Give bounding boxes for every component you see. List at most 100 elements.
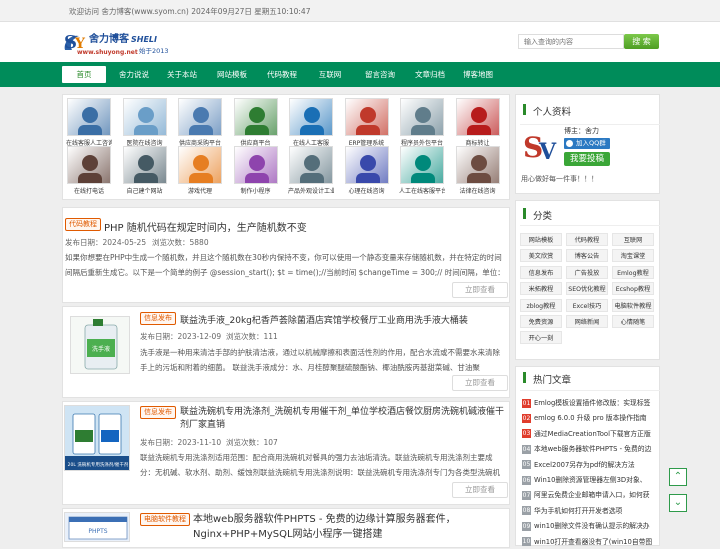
hot-article-item[interactable]: 08 华为手机如何打开开发者选项	[522, 505, 660, 518]
nav-code[interactable]: 代码教程	[258, 62, 306, 87]
hot-article-item[interactable]: 01 Emlog模板设置插件修改版：实现标签	[522, 397, 660, 410]
category-link[interactable]: 电脑软件教程	[612, 298, 654, 312]
grid-ad-image	[400, 146, 444, 184]
nav-home[interactable]: 首页	[62, 66, 106, 83]
software-screenshot-image: PHPTS	[68, 516, 128, 540]
category-link[interactable]: 代码教程	[566, 233, 608, 246]
grid-ad-item[interactable]: ERP管理系统	[344, 98, 390, 150]
qq-group-button[interactable]: 加入QQ群	[564, 138, 610, 149]
nav-about[interactable]: 关于本站	[160, 62, 204, 87]
hot-article-item[interactable]: 06 Win10删除资源管理器左侧3D对象、	[522, 474, 660, 487]
article-thumbnail[interactable]: 20L 洗碗机专用洗涤剂/催干剂	[64, 405, 130, 471]
rank-badge: 02	[522, 413, 531, 423]
hot-article-item[interactable]: 07 阿里云免费企业邮箱申请入口，如何获	[522, 489, 660, 502]
category-link[interactable]: Excel技巧	[566, 298, 608, 312]
grid-ad-item[interactable]: 供应商平台	[233, 98, 279, 150]
category-link[interactable]: Emlog教程	[612, 265, 654, 279]
article-excerpt: 联益洗碗机专用洗涤剂适用范围：配合商用洗碗机对餐具的强力去油垢清洗。联益洗碗机专…	[140, 453, 500, 477]
article-thumbnail[interactable]: 洗手液	[70, 316, 130, 374]
hot-article-item[interactable]: 05 Excel2007另存为pdf的解决方法	[522, 459, 660, 472]
scroll-up-button[interactable]: ⌃	[669, 468, 687, 486]
nav-shuoshuo[interactable]: 舍力说说	[112, 62, 156, 87]
category-link[interactable]: 开心一刻	[520, 331, 562, 345]
category-link[interactable]: 广告投放	[566, 265, 608, 279]
category-link[interactable]: SEO优化教程	[566, 282, 608, 296]
article-excerpt: 洗手液是一种用来清洁手部的护肤清洁液，通过以机械摩擦和表面活性剂的作用，配合水流…	[140, 348, 500, 372]
grid-ad-image	[178, 146, 222, 184]
hot-article-item[interactable]: 04 本地web服务器软件PHPTS - 免费的边	[522, 443, 660, 456]
category-link[interactable]: 免费资源	[520, 315, 562, 328]
category-link[interactable]: 网络新闻	[566, 315, 608, 328]
categories-heading: 分类	[533, 211, 553, 222]
grid-ad-item[interactable]: 程序员外包平台	[399, 98, 445, 150]
nav-sitemap[interactable]: 博客地图	[454, 62, 502, 87]
article-thumbnail[interactable]: PHPTS	[64, 512, 130, 542]
dishwasher-detergent-image: 20L 洗碗机专用洗涤剂/催干剂	[65, 406, 129, 470]
logo-subtitle: SHELI	[131, 35, 157, 44]
grid-ad-item[interactable]: 自己建个网站	[122, 146, 168, 198]
hot-article-item[interactable]: 02 emlog 6.0.0 升级 pro 版本操作指南	[522, 412, 660, 425]
grid-ad-item[interactable]: 游戏代理	[177, 146, 223, 198]
hot-article-item[interactable]: 03 通过MediaCreationTool下载官方正版	[522, 428, 660, 441]
site-logo[interactable]: S Y 舍力博客 SHELI www.shuyong.net 始于2013	[61, 28, 173, 58]
article-tag[interactable]: 信息发布	[140, 406, 176, 419]
grid-ad-item[interactable]: 医院在线咨询	[122, 98, 168, 150]
category-link[interactable]: 淘宝课堂	[612, 249, 654, 263]
grid-ad-item[interactable]: 人工在线客服平台	[399, 146, 445, 198]
scroll-down-button[interactable]: ⌄	[669, 494, 687, 512]
search-input[interactable]	[518, 34, 624, 49]
hot-article-title: emlog 6.0.0 升级 pro 版本操作指南	[534, 414, 647, 423]
grid-ad-item[interactable]: 在线人工客服	[288, 98, 334, 150]
hot-article-title: win10打开查看器没有了(win10自带图	[534, 537, 653, 546]
hot-article-item[interactable]: 10 win10打开查看器没有了(win10自带图	[522, 536, 660, 549]
read-more-button[interactable]: 立即查看	[452, 282, 508, 298]
grid-ad-item[interactable]: 心理在线咨询	[344, 146, 390, 198]
category-link[interactable]: 信息发布	[520, 265, 562, 279]
nav-internet[interactable]: 互联网	[308, 62, 352, 87]
article-title[interactable]: 本地web服务器软件PHPTS - 免费的边缘计算服务器套件，Nginx+PHP…	[193, 512, 493, 542]
grid-ad-item[interactable]: 在线客服人工咨询	[66, 98, 112, 150]
category-link[interactable]: 米拓教程	[520, 282, 562, 296]
search-button[interactable]: 搜 索	[624, 34, 659, 49]
article-title[interactable]: 联益洗碗机专用洗涤剂_洗碗机专用催干剂_单位学校酒店餐饮厨房洗碗机碱液催干剂厂家…	[180, 406, 506, 432]
category-link[interactable]: 博客公告	[566, 249, 608, 263]
chevron-down-icon: ⌄	[673, 497, 683, 508]
welcome-text: 欢迎访问 舍力博客(www.syom.cn) 2024年09月27日 星期五10…	[69, 7, 311, 16]
category-link[interactable]: 心情随笔	[612, 315, 654, 328]
hot-heading: 热门文章	[533, 375, 572, 386]
avatar: S V	[521, 129, 559, 165]
detergent-jug-image: 洗手液	[84, 319, 118, 370]
read-more-button[interactable]: 立即查看	[452, 482, 508, 498]
grid-ad-item[interactable]: 供应商采购平台	[177, 98, 223, 150]
nav-messages[interactable]: 留言咨询	[356, 62, 404, 87]
category-link[interactable]: Ecshop教程	[612, 282, 654, 296]
rank-badge: 08	[522, 506, 531, 516]
hot-article-title: 阿里云免费企业邮箱申请入口，如何获	[534, 491, 650, 500]
category-link[interactable]: 网站模板	[520, 233, 562, 246]
grid-ad-image	[344, 98, 389, 136]
category-link[interactable]: 互联网	[612, 233, 654, 246]
qq-label: 加入QQ群	[576, 139, 606, 147]
nav-archive[interactable]: 文章归档	[406, 62, 454, 87]
category-link[interactable]: 美文欣赏	[520, 249, 562, 263]
contribute-button[interactable]: 我要投稿	[564, 152, 610, 166]
grid-ad-item[interactable]: 法律在线咨询	[455, 146, 501, 198]
hot-article-item[interactable]: 09 win10删除文件没有确认提示的解决办	[522, 520, 660, 533]
grid-ad-item[interactable]: 商标转让	[455, 98, 501, 150]
article-title[interactable]: 联益洗手液_20kg杞香芦荟除菌酒店宾馆学校餐厅工业商用洗手液大桶装	[180, 313, 468, 326]
article-title[interactable]: PHP 随机代码在规定时间内，生产随机数不变	[104, 219, 307, 234]
article-tag[interactable]: 代码教程	[65, 218, 101, 231]
article-tag[interactable]: 电脑软件教程	[140, 513, 190, 526]
nav-templates[interactable]: 网站模板	[208, 62, 256, 87]
top-bar: 欢迎访问 舍力博客(www.syom.cn) 2024年09月27日 星期五10…	[0, 0, 720, 22]
article-tag[interactable]: 信息发布	[140, 312, 176, 325]
grid-ad-item[interactable]: 产品外观设计工业	[288, 146, 334, 198]
hot-article-title: Excel2007另存为pdf的解决方法	[534, 460, 635, 469]
grid-ad-label: 法律在线咨询	[459, 188, 496, 195]
read-more-button[interactable]: 立即查看	[452, 375, 508, 391]
grid-ad-item[interactable]: 在线打电话	[66, 146, 112, 198]
grid-ad-image	[67, 98, 111, 136]
category-link[interactable]: zblog教程	[520, 298, 562, 312]
grid-ad-item[interactable]: 制作小程序	[233, 146, 279, 198]
qq-icon	[566, 140, 573, 147]
